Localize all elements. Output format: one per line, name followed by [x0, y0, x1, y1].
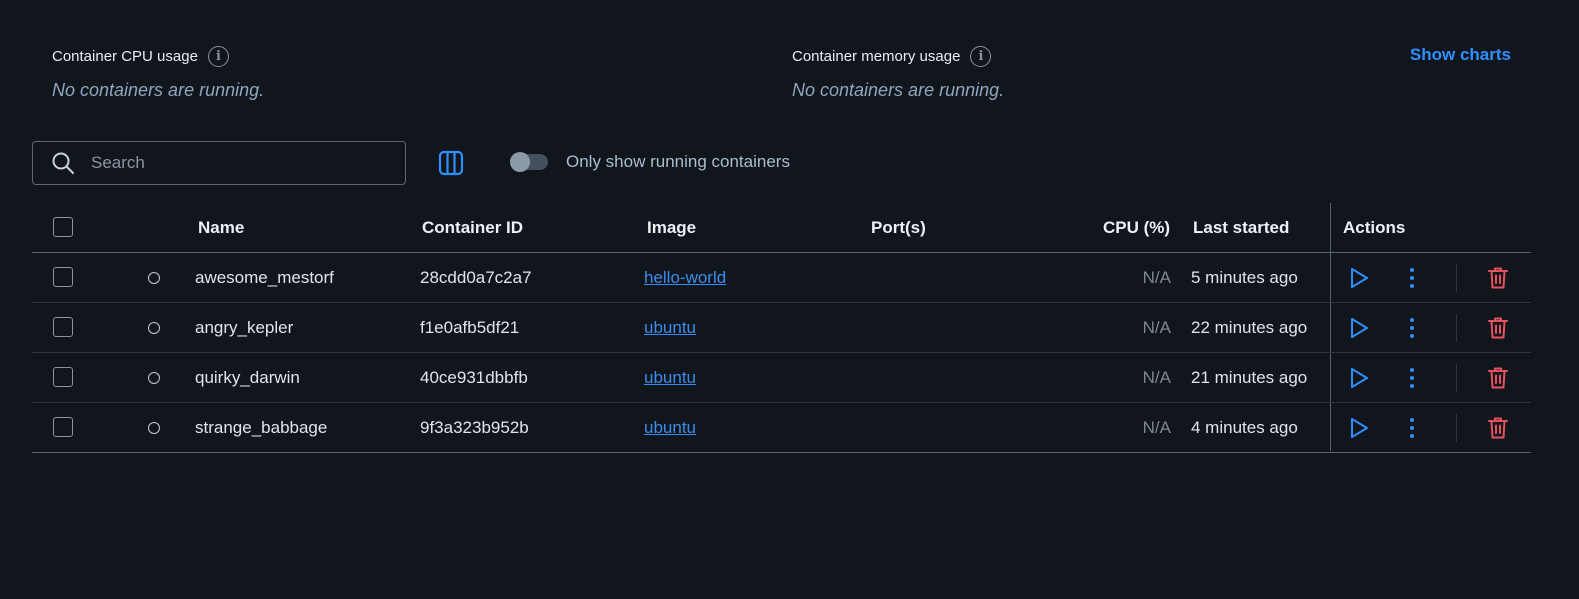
- container-id: 28cdd0a7c2a7: [420, 268, 532, 287]
- container-name[interactable]: quirky_darwin: [195, 368, 300, 388]
- play-icon: [1351, 418, 1368, 438]
- table-row[interactable]: angry_kepler f1e0afb5df21 ubuntu N/A 22 …: [32, 303, 1531, 353]
- columns-button[interactable]: [438, 150, 464, 176]
- table-header: Name Container ID Image Port(s) CPU (%) …: [32, 203, 1531, 253]
- more-vertical-icon: [1410, 418, 1414, 438]
- image-link[interactable]: ubuntu: [644, 318, 696, 338]
- search-icon: [52, 152, 74, 174]
- running-only-label: Only show running containers: [566, 152, 790, 171]
- action-separator: [1456, 314, 1457, 342]
- info-icon[interactable]: i: [970, 45, 992, 67]
- memory-usage-empty-text: No containers are running.: [792, 80, 1005, 100]
- container-id: 9f3a323b952b: [420, 418, 529, 437]
- status-indicator: [148, 272, 160, 284]
- trash-icon: [1488, 267, 1508, 289]
- info-icon[interactable]: i: [207, 45, 229, 67]
- cpu-usage-title: Container CPU usage: [52, 47, 198, 65]
- trash-icon: [1488, 417, 1508, 439]
- column-header-container-id[interactable]: Container ID: [422, 218, 523, 238]
- start-button[interactable]: [1348, 266, 1370, 290]
- play-icon: [1351, 368, 1368, 388]
- delete-button[interactable]: [1487, 316, 1509, 340]
- column-header-last-started[interactable]: Last started: [1193, 218, 1289, 238]
- column-header-cpu[interactable]: CPU (%): [1103, 218, 1170, 238]
- cpu-usage-panel: Container CPU usage i No containers are …: [52, 44, 264, 101]
- image-link[interactable]: hello-world: [644, 268, 726, 288]
- table-row[interactable]: awesome_mestorf 28cdd0a7c2a7 hello-world…: [32, 253, 1531, 303]
- row-checkbox[interactable]: [53, 367, 73, 387]
- row-checkbox[interactable]: [53, 317, 73, 337]
- table-row[interactable]: quirky_darwin 40ce931dbbfb ubuntu N/A 21…: [32, 353, 1531, 403]
- cpu-usage-empty-text: No containers are running.: [52, 80, 265, 100]
- search-input[interactable]: [89, 152, 373, 174]
- last-started: 21 minutes ago: [1191, 368, 1308, 387]
- start-button[interactable]: [1348, 366, 1370, 390]
- delete-button[interactable]: [1487, 366, 1509, 390]
- action-separator: [1456, 264, 1457, 292]
- delete-button[interactable]: [1487, 416, 1509, 440]
- last-started: 4 minutes ago: [1191, 418, 1298, 437]
- column-header-ports[interactable]: Port(s): [871, 218, 926, 238]
- start-button[interactable]: [1348, 416, 1370, 440]
- start-button[interactable]: [1348, 316, 1370, 340]
- column-header-name[interactable]: Name: [198, 218, 244, 238]
- more-vertical-icon: [1410, 368, 1414, 388]
- delete-button[interactable]: [1487, 266, 1509, 290]
- row-checkbox[interactable]: [53, 267, 73, 287]
- cpu-value: N/A: [1142, 268, 1171, 287]
- select-all-checkbox[interactable]: [53, 217, 73, 237]
- more-vertical-icon: [1410, 268, 1414, 288]
- show-charts-link[interactable]: Show charts: [1410, 45, 1511, 65]
- trash-icon: [1488, 367, 1508, 389]
- containers-table: Name Container ID Image Port(s) CPU (%) …: [32, 203, 1531, 453]
- more-actions-button[interactable]: [1403, 266, 1421, 290]
- search-field[interactable]: [32, 141, 406, 185]
- trash-icon: [1488, 317, 1508, 339]
- memory-usage-title: Container memory usage: [792, 47, 961, 65]
- container-name[interactable]: awesome_mestorf: [195, 268, 334, 288]
- memory-usage-panel: Container memory usage i No containers a…: [792, 44, 1004, 101]
- more-actions-button[interactable]: [1403, 366, 1421, 390]
- containers-view: Container CPU usage i No containers are …: [0, 0, 1579, 599]
- row-checkbox[interactable]: [53, 417, 73, 437]
- container-name[interactable]: strange_babbage: [195, 418, 327, 438]
- table-row[interactable]: strange_babbage 9f3a323b952b ubuntu N/A …: [32, 403, 1531, 453]
- column-header-image[interactable]: Image: [647, 218, 696, 238]
- image-link[interactable]: ubuntu: [644, 418, 696, 438]
- columns-icon: [438, 150, 464, 176]
- status-indicator: [148, 422, 160, 434]
- cpu-value: N/A: [1142, 318, 1171, 337]
- status-indicator: [148, 322, 160, 334]
- more-actions-button[interactable]: [1403, 416, 1421, 440]
- cpu-value: N/A: [1142, 368, 1171, 387]
- action-separator: [1456, 364, 1457, 392]
- toggle-knob: [510, 152, 530, 172]
- more-actions-button[interactable]: [1403, 316, 1421, 340]
- last-started: 5 minutes ago: [1191, 268, 1298, 287]
- cpu-value: N/A: [1142, 418, 1171, 437]
- image-link[interactable]: ubuntu: [644, 368, 696, 388]
- container-id: 40ce931dbbfb: [420, 368, 528, 387]
- last-started: 22 minutes ago: [1191, 318, 1308, 337]
- action-separator: [1456, 414, 1457, 442]
- play-icon: [1351, 268, 1368, 288]
- container-name[interactable]: angry_kepler: [195, 318, 293, 338]
- more-vertical-icon: [1410, 318, 1414, 338]
- play-icon: [1351, 318, 1368, 338]
- container-id: f1e0afb5df21: [420, 318, 520, 337]
- running-only-toggle[interactable]: [510, 152, 548, 172]
- column-header-actions: Actions: [1343, 218, 1406, 237]
- status-indicator: [148, 372, 160, 384]
